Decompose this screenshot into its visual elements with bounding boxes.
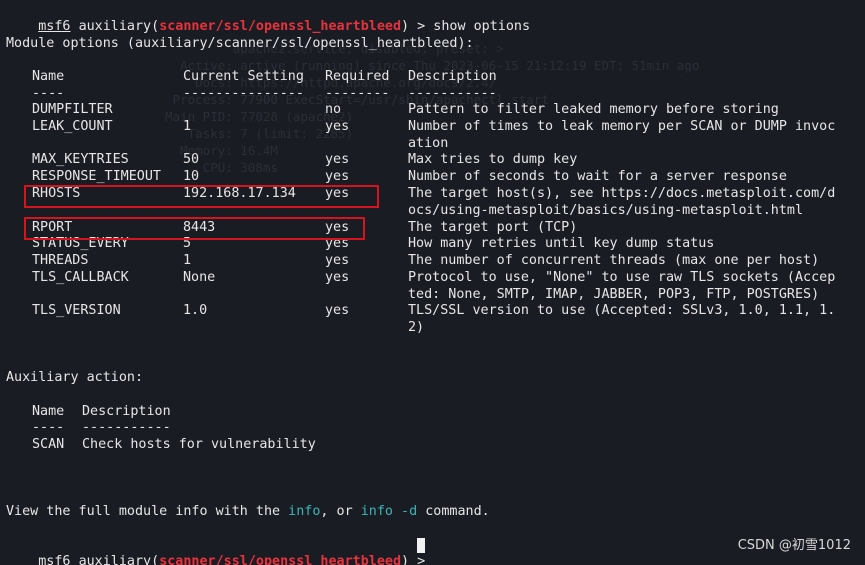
option-name: DUMPFILTER	[32, 102, 113, 117]
option-name: MAX_KEYTRIES	[32, 152, 129, 167]
final-prompt-line[interactable]: msf6 auxiliary(scanner/ssl/openssl_heart…	[6, 537, 433, 565]
option-description: Number of seconds to wait for a server r…	[408, 169, 787, 184]
option-description: How many retries until key dump status	[408, 236, 715, 251]
col-header-current-setting: Current Setting	[183, 69, 304, 84]
option-required: yes	[325, 270, 350, 285]
msf-prompt-prefix: msf6	[38, 18, 71, 34]
module-path: scanner/ssl/openssl_heartbleed	[159, 553, 402, 565]
rhosts-highlight-box	[24, 185, 379, 208]
option-required: yes	[325, 169, 350, 184]
action-col-dash-description: -----------	[82, 420, 171, 435]
csdn-watermark: CSDN @初雪1012	[737, 538, 851, 554]
module-path: scanner/ssl/openssl_heartbleed	[159, 18, 402, 34]
module-info-hint: View the full module info with the info,…	[6, 504, 490, 521]
option-description-cont: 2)	[408, 320, 425, 335]
action-col-header-name: Name	[32, 404, 65, 419]
option-required: no	[325, 102, 342, 117]
option-description: Number of times to leak memory per SCAN …	[408, 119, 836, 134]
prompt-module-word: auxiliary(	[78, 553, 160, 565]
entered-command: show options	[433, 18, 531, 34]
text-cursor[interactable]	[417, 538, 425, 553]
terminal-window[interactable]: apache2.service; disabled; preset: > Act…	[0, 0, 865, 565]
option-name: TLS_VERSION	[32, 303, 121, 318]
option-description: Protocol to use, "None" to use raw TLS s…	[408, 270, 836, 285]
info-d-command: info -d	[360, 504, 418, 519]
option-value: 1	[183, 253, 192, 268]
option-required: yes	[325, 253, 350, 268]
option-description: TLS/SSL version to use (Accepted: SSLv3,…	[408, 303, 836, 318]
col-dash-current-setting: ---------------	[183, 86, 304, 101]
info-command: info	[288, 504, 321, 519]
prompt-close: )	[401, 18, 410, 34]
option-description: The number of concurrent threads (max on…	[408, 253, 820, 268]
col-header-description: Description	[408, 69, 497, 84]
option-description: The target port (TCP)	[408, 220, 578, 235]
option-description-cont: ted: None, SMTP, IMAP, JABBER, POP3, FTP…	[408, 287, 820, 302]
aux-action-header: Auxiliary action:	[6, 370, 144, 385]
option-name: RESPONSE_TIMEOUT	[32, 169, 161, 184]
option-description-cont: ocs/using-metasploit/basics/using-metasp…	[408, 203, 804, 218]
option-description: Pattern to filter leaked memory before s…	[408, 102, 779, 117]
hint-text-part2: , or	[320, 504, 361, 519]
option-value: 10	[183, 169, 200, 184]
prompt-arrow: >	[409, 553, 434, 565]
option-required: yes	[325, 152, 350, 167]
col-dash-required: --------	[325, 86, 390, 101]
prompt-module-word: auxiliary(	[78, 18, 160, 34]
option-value: 1.0	[183, 303, 208, 318]
option-value: 1	[183, 119, 192, 134]
option-name: THREADS	[32, 253, 89, 268]
col-dash-description: -----------	[408, 86, 497, 101]
option-value: 50	[183, 152, 200, 167]
option-name: TLS_CALLBACK	[32, 270, 129, 285]
action-description: Check hosts for vulnerability	[82, 437, 316, 452]
option-value: None	[183, 270, 216, 285]
action-name: SCAN	[32, 437, 65, 452]
action-col-header-description: Description	[82, 404, 171, 419]
col-dash-name: ----	[32, 86, 65, 101]
msf-prompt-prefix: msf6	[38, 553, 71, 565]
prompt-close: )	[401, 553, 410, 565]
rport-highlight-box	[24, 217, 365, 240]
hint-text-part1: View the full module info with the	[6, 504, 289, 519]
module-options-header: Module options (auxiliary/scanner/ssl/op…	[6, 36, 474, 51]
action-col-dash-name: ----	[32, 420, 65, 435]
option-required: yes	[325, 303, 350, 318]
option-required: yes	[325, 119, 350, 134]
col-header-name: Name	[32, 69, 65, 84]
option-description: The target host(s), see https://docs.met…	[408, 186, 836, 201]
option-description: Max tries to dump key	[408, 152, 578, 167]
option-name: LEAK_COUNT	[32, 119, 113, 134]
option-description-cont: ation	[408, 136, 449, 151]
hint-text-part3: command.	[417, 504, 490, 519]
col-header-required: Required	[325, 69, 390, 84]
prompt-arrow: >	[409, 18, 434, 34]
